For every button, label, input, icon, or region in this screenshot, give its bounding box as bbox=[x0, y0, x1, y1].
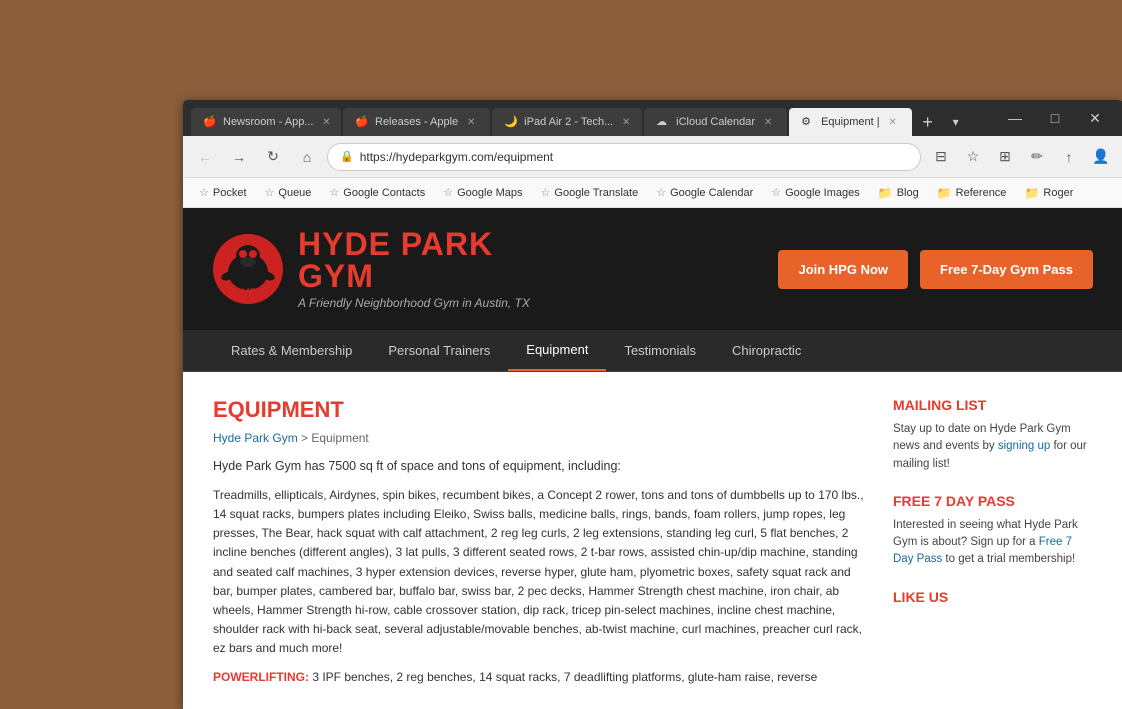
sidebar-like-title: LIKE US bbox=[893, 589, 1093, 605]
apple-icon: 🍎 bbox=[203, 115, 217, 129]
site-nav: Rates & Membership Personal Trainers Equ… bbox=[183, 330, 1122, 372]
star-icon-5: ☆ bbox=[541, 186, 551, 199]
nav-chiropractic[interactable]: Chiropractic bbox=[714, 331, 819, 370]
breadcrumb-current: Equipment bbox=[311, 431, 368, 445]
site-header: HPG HYDE PARKGYM A Friendly Neighborhood… bbox=[183, 208, 1122, 330]
powerlifting-section: POWERLIFTING: 3 IPF benches, 2 reg bench… bbox=[213, 668, 868, 687]
star-icon-2: ☆ bbox=[265, 186, 275, 199]
forward-button[interactable]: → bbox=[225, 143, 253, 171]
join-button[interactable]: Join HPG Now bbox=[778, 250, 908, 289]
nav-testimonials[interactable]: Testimonials bbox=[606, 331, 714, 370]
close-button[interactable]: ✕ bbox=[1075, 100, 1115, 136]
tab-newsroom[interactable]: 🍎 Newsroom - App... ✕ bbox=[191, 108, 341, 136]
sidebar-mailing-link[interactable]: signing up bbox=[998, 440, 1050, 452]
browser-window: 🍎 Newsroom - App... ✕ 🍎 Releases - Apple… bbox=[183, 100, 1122, 709]
user-button[interactable]: 👤 bbox=[1087, 143, 1115, 171]
cloud-icon: ☁ bbox=[656, 115, 670, 129]
tab-close-equipment[interactable]: ✕ bbox=[886, 115, 900, 129]
site-name: HYDE PARKGYM bbox=[298, 228, 530, 292]
nav-trainers[interactable]: Personal Trainers bbox=[370, 331, 508, 370]
nav-right-icons: ⊟ ☆ ⊞ ✏ ↑ 👤 bbox=[927, 143, 1115, 171]
tab-ipad[interactable]: 🌙 iPad Air 2 - Tech... ✕ bbox=[492, 108, 642, 136]
url-text: https://hydeparkgym.com/equipment bbox=[360, 150, 908, 164]
nav-equipment[interactable]: Equipment bbox=[508, 330, 606, 371]
breadcrumb-home[interactable]: Hyde Park Gym bbox=[213, 431, 298, 445]
sidebar-mailing-title: MAILING LIST bbox=[893, 397, 1093, 413]
tab-equipment[interactable]: ⚙ Equipment | ✕ bbox=[789, 108, 912, 136]
bookmark-maps[interactable]: ☆ Google Maps bbox=[435, 183, 530, 202]
bookmark-gcal[interactable]: ☆ Google Calendar bbox=[648, 183, 761, 202]
window-controls: — □ ✕ bbox=[995, 100, 1122, 136]
gear-icon: ⚙ bbox=[801, 115, 815, 129]
sidebar-mailing: MAILING LIST Stay up to date on Hyde Par… bbox=[893, 397, 1093, 473]
refresh-button[interactable]: ↻ bbox=[259, 143, 287, 171]
tab-calendar[interactable]: ☁ iCloud Calendar ✕ bbox=[644, 108, 787, 136]
moon-icon: 🌙 bbox=[504, 115, 518, 129]
sidebar-free-text: Interested in seeing what Hyde Park Gym … bbox=[893, 517, 1093, 569]
star-icon-4: ☆ bbox=[443, 186, 453, 199]
intro-text: Hyde Park Gym has 7500 sq ft of space an… bbox=[213, 457, 868, 476]
bookmark-star-button[interactable]: ☆ bbox=[959, 143, 987, 171]
reader-view-button[interactable]: ⊟ bbox=[927, 143, 955, 171]
sidebar-mailing-text: Stay up to date on Hyde Park Gym news an… bbox=[893, 421, 1093, 473]
back-button[interactable]: ← bbox=[191, 143, 219, 171]
bookmark-pocket[interactable]: ☆ Pocket bbox=[191, 183, 255, 202]
home-button[interactable]: ⌂ bbox=[293, 143, 321, 171]
annotate-button[interactable]: ✏ bbox=[1023, 143, 1051, 171]
star-icon-7: ☆ bbox=[771, 186, 781, 199]
sidebar-like-us: LIKE US bbox=[893, 589, 1093, 605]
tab-bar: 🍎 Newsroom - App... ✕ 🍎 Releases - Apple… bbox=[183, 100, 1122, 136]
equipment-text: Treadmills, ellipticals, Airdynes, spin … bbox=[213, 486, 868, 659]
bookmarks-bar: ☆ Pocket ☆ Queue ☆ Google Contacts ☆ Goo… bbox=[183, 178, 1122, 208]
folder-icon-blog: 📁 bbox=[878, 186, 893, 200]
page-title: EQUIPMENT bbox=[213, 397, 868, 423]
apple-icon-2: 🍎 bbox=[355, 115, 369, 129]
breadcrumb: Hyde Park Gym > Equipment bbox=[213, 431, 868, 445]
star-icon-3: ☆ bbox=[329, 186, 339, 199]
powerlifting-label: POWERLIFTING: bbox=[213, 670, 309, 684]
page-content: HPG HYDE PARKGYM A Friendly Neighborhood… bbox=[183, 208, 1122, 709]
header-buttons: Join HPG Now Free 7-Day Gym Pass bbox=[778, 250, 1093, 289]
navigation-bar: ← → ↻ ⌂ 🔒 https://hydeparkgym.com/equipm… bbox=[183, 136, 1122, 178]
site-tagline: A Friendly Neighborhood Gym in Austin, T… bbox=[298, 296, 530, 310]
gym-logo-icon: HPG bbox=[213, 234, 283, 304]
bookmark-folder-reference[interactable]: 📁 Reference bbox=[929, 183, 1015, 203]
powerlifting-text: 3 IPF benches, 2 reg benches, 14 squat r… bbox=[309, 670, 817, 684]
tab-releases[interactable]: 🍎 Releases - Apple ✕ bbox=[343, 108, 490, 136]
bookmark-contacts[interactable]: ☆ Google Contacts bbox=[321, 183, 433, 202]
free-pass-button[interactable]: Free 7-Day Gym Pass bbox=[920, 250, 1093, 289]
lock-icon: 🔒 bbox=[340, 150, 354, 163]
tab-close-ipad[interactable]: ✕ bbox=[619, 115, 633, 129]
tab-close-calendar[interactable]: ✕ bbox=[761, 115, 775, 129]
address-bar[interactable]: 🔒 https://hydeparkgym.com/equipment bbox=[327, 143, 921, 171]
content-sidebar: MAILING LIST Stay up to date on Hyde Par… bbox=[893, 397, 1093, 698]
svg-text:HPG: HPG bbox=[241, 286, 267, 300]
sidebar-button[interactable]: ⊞ bbox=[991, 143, 1019, 171]
sidebar-free-pass: FREE 7 DAY PASS Interested in seeing wha… bbox=[893, 493, 1093, 569]
maximize-button[interactable]: □ bbox=[1035, 100, 1075, 136]
site-logo: HPG HYDE PARKGYM A Friendly Neighborhood… bbox=[213, 228, 530, 310]
bookmark-queue[interactable]: ☆ Queue bbox=[257, 183, 320, 202]
star-icon-6: ☆ bbox=[656, 186, 666, 199]
tab-close-releases[interactable]: ✕ bbox=[464, 115, 478, 129]
share-button[interactable]: ↑ bbox=[1055, 143, 1083, 171]
sidebar-free-title: FREE 7 DAY PASS bbox=[893, 493, 1093, 509]
star-icon: ☆ bbox=[199, 186, 209, 199]
nav-rates[interactable]: Rates & Membership bbox=[213, 331, 370, 370]
bookmark-folder-roger[interactable]: 📁 Roger bbox=[1016, 183, 1081, 203]
minimize-button[interactable]: — bbox=[995, 100, 1035, 136]
bookmark-translate[interactable]: ☆ Google Translate bbox=[533, 183, 647, 202]
bookmark-images[interactable]: ☆ Google Images bbox=[763, 183, 867, 202]
logo-text-block: HYDE PARKGYM A Friendly Neighborhood Gym… bbox=[298, 228, 530, 310]
new-tab-button[interactable]: + bbox=[914, 108, 942, 136]
main-content-area: EQUIPMENT Hyde Park Gym > Equipment Hyde… bbox=[183, 372, 1122, 709]
folder-icon-reference: 📁 bbox=[937, 186, 952, 200]
bookmark-folder-blog[interactable]: 📁 Blog bbox=[870, 183, 927, 203]
folder-icon-roger: 📁 bbox=[1024, 186, 1039, 200]
content-main: EQUIPMENT Hyde Park Gym > Equipment Hyde… bbox=[213, 397, 893, 698]
tab-close-newsroom[interactable]: ✕ bbox=[319, 115, 333, 129]
tab-overflow-button[interactable]: ▾ bbox=[942, 108, 970, 136]
